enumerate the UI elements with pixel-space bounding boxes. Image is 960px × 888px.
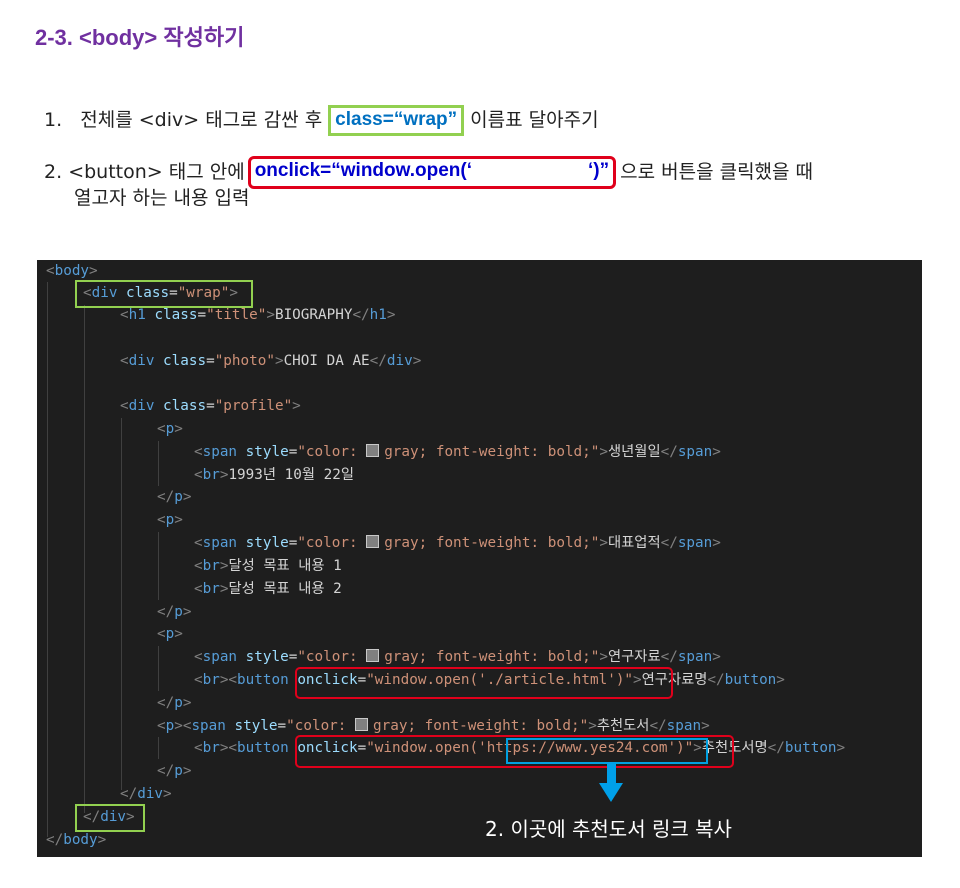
instruction-step-1: 1. 전체를 <div> 태그로 감싼 후 class=“wrap” 이름표 달아주… <box>44 105 599 136</box>
code-line: </p> <box>157 763 192 779</box>
code-line: <p><span style="color: gray; font-weight… <box>157 718 710 734</box>
code-line: <p> <box>157 626 183 642</box>
indent-guide <box>158 441 159 486</box>
code-line: <body> <box>46 263 98 279</box>
down-arrow-icon <box>607 762 616 784</box>
code-line: <br>달성 목표 내용 2 <box>194 581 342 597</box>
onclick-open: onclick=“window.open(‘ <box>254 160 472 181</box>
highlight-onclick: onclick=“window.open(‘ ‘)” <box>247 156 617 189</box>
down-arrow-head-icon <box>599 783 623 802</box>
link-highlight <box>506 738 708 764</box>
code-line: <span style="color: gray; font-weight: b… <box>194 649 721 665</box>
indent-guide <box>121 418 122 790</box>
color-swatch <box>366 444 380 457</box>
color-swatch <box>366 649 380 662</box>
instruction-step-2-line2: 열고자 하는 내용 입력 <box>74 187 250 209</box>
section-title: 2-3. <body> 작성하기 <box>35 25 245 50</box>
onclick-article-highlight <box>295 667 673 699</box>
indent-guide <box>47 282 48 837</box>
step-text: <button> 태그 안에 <box>68 161 245 183</box>
indent-guide <box>158 737 159 759</box>
highlight-class-wrap: class=“wrap” <box>328 105 465 136</box>
indent-guide <box>84 305 85 813</box>
code-line: <p> <box>157 512 183 528</box>
step-number: 2. <box>44 161 63 183</box>
step-text: 으로 버튼을 클릭했을 때 <box>620 161 814 183</box>
code-line: </p> <box>157 604 192 620</box>
code-line: <div class="profile"> <box>120 398 301 414</box>
code-line: <span style="color: gray; font-weight: b… <box>194 444 721 460</box>
code-line: </body> <box>46 832 107 848</box>
code-line: <br>1993년 10월 22일 <box>194 467 354 483</box>
code-line: <br>달성 목표 내용 1 <box>194 558 342 574</box>
step-number: 1. <box>44 109 63 131</box>
annotation-text: 2. 이곳에 추천도서 링크 복사 <box>485 817 732 841</box>
wrap-close-highlight <box>75 804 145 832</box>
onclick-close: ‘)” <box>588 160 610 181</box>
step-text: 전체를 <div> 태그로 감싼 후 <box>80 109 323 131</box>
color-swatch <box>366 535 380 548</box>
code-line: <div class="photo">CHOI DA AE</div> <box>120 353 422 369</box>
code-line: </p> <box>157 695 192 711</box>
color-swatch <box>355 718 369 731</box>
step-text: 이름표 달아주기 <box>470 109 599 131</box>
code-line: </p> <box>157 489 192 505</box>
wrap-open-highlight <box>75 280 253 308</box>
indent-guide <box>158 646 159 691</box>
code-line: </div> <box>120 786 172 802</box>
code-line: <p> <box>157 421 183 437</box>
indent-guide <box>158 532 159 600</box>
code-line: <span style="color: gray; font-weight: b… <box>194 535 721 551</box>
